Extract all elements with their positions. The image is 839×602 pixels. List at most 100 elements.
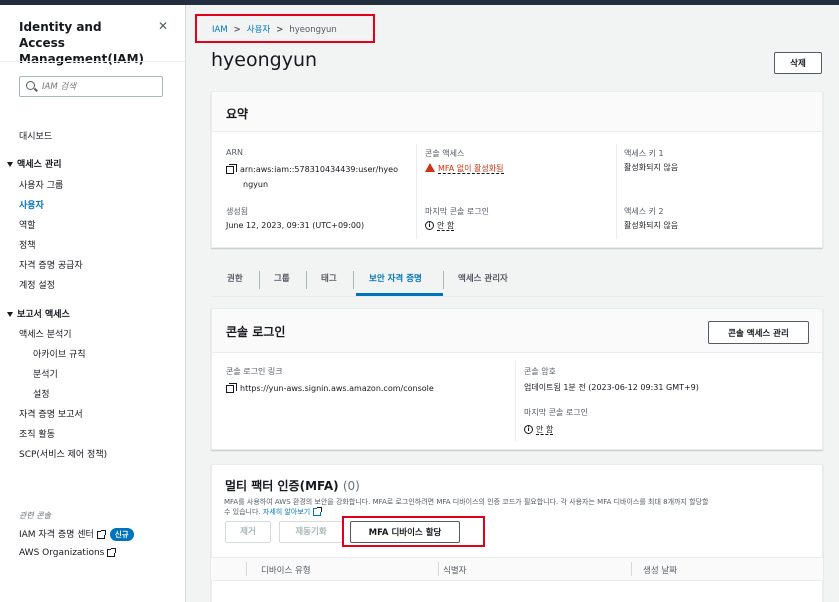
- column-device-type[interactable]: 디바이스 유형: [261, 564, 311, 576]
- console-password-value: 업데이트됨 1분 전 (2023-06-12 09:31 GMT+9): [524, 383, 699, 392]
- close-icon[interactable]: ✕: [158, 19, 168, 33]
- console-link-label: 콘솔 로그인 링크: [226, 367, 283, 376]
- mfa-title: 멀티 팩터 인증(MFA) (0): [225, 477, 360, 494]
- info-icon: i: [524, 425, 533, 434]
- column-divider: [515, 361, 516, 441]
- console-link-text[interactable]: https://yun-aws.signin.aws.amazon.com/co…: [240, 384, 434, 393]
- sidebar-item-organization-activity[interactable]: 조직 활동: [19, 427, 55, 440]
- mfa-desc-text: 수 있습니다.: [224, 508, 261, 516]
- sidebar-divider: [0, 61, 185, 62]
- mfa-title-text: 멀티 팩터 인증(MFA): [225, 479, 339, 493]
- column-created-date[interactable]: 생성 날짜: [643, 564, 677, 576]
- mfa-desc-line2: 수 있습니다. 자세히 알아보기: [224, 507, 819, 517]
- created-value: June 12, 2023, 09:31 (UTC+09:00): [226, 221, 365, 230]
- created-label: 생성됨: [226, 207, 249, 216]
- highlight-box-breadcrumb: [195, 14, 375, 43]
- sidebar-item-settings[interactable]: 설정: [33, 387, 50, 400]
- column-identifier[interactable]: 식별자: [443, 564, 466, 576]
- console-link-value: https://yun-aws.signin.aws.amazon.com/co…: [226, 381, 434, 396]
- remove-button[interactable]: 제거: [225, 521, 271, 543]
- caret-down-icon: [7, 162, 13, 167]
- copy-icon[interactable]: [226, 382, 237, 393]
- sidebar-item-identity-providers[interactable]: 자격 증명 공급자: [19, 258, 83, 271]
- column-separator: [438, 562, 439, 576]
- sidebar-title[interactable]: Identity and Access Management(IAM): [19, 19, 144, 67]
- mfa-desc-line1: MFA를 사용하여 AWS 환경의 보안을 강화합니다. MFA로 로그인하려면…: [224, 498, 709, 506]
- summary-title: 요약: [226, 107, 249, 121]
- sidebar: Identity and Access Management(IAM) ✕ 대시…: [0, 5, 186, 602]
- search-input[interactable]: [42, 79, 157, 94]
- mfa-table-header: 디바이스 유형 식별자 생성 날짜: [211, 557, 823, 581]
- console-login-panel: 콘솔 로그인 콘솔 액세스 관리 콘솔 로그인 링크 https://yun-a…: [211, 308, 823, 450]
- mfa-description: MFA를 사용하여 AWS 환경의 보안을 강화합니다. MFA로 로그인하려면…: [224, 497, 819, 517]
- last-login-label: 마지막 콘솔 로그인: [425, 207, 489, 216]
- related-consoles-label: 관련 콘솔: [19, 511, 51, 520]
- search-box[interactable]: [19, 76, 163, 97]
- delete-button[interactable]: 삭제: [774, 52, 822, 74]
- console-password-label: 콘솔 암호: [524, 367, 556, 376]
- copy-icon[interactable]: [226, 163, 237, 174]
- last-login-text: 안 함: [437, 221, 455, 231]
- caret-down-icon: [7, 312, 13, 317]
- tab-groups[interactable]: 그룹: [274, 266, 290, 296]
- arn-line1: arn:aws:iam::578310434439:user/hyeo: [240, 165, 398, 174]
- column-separator: [246, 562, 247, 576]
- sidebar-item-users[interactable]: 사용자: [19, 198, 44, 211]
- console-access-text: MFA 없이 활성화됨: [438, 164, 504, 174]
- mfa-count: (0): [342, 479, 360, 493]
- sidebar-item-scps[interactable]: SCP(서비스 제어 정책): [19, 447, 107, 460]
- external-link-icon: [313, 507, 323, 516]
- sidebar-item-analyzers[interactable]: 분석기: [33, 367, 58, 380]
- access-key2-label: 액세스 키 2: [624, 207, 664, 216]
- access-key1-value: 활성화되지 않음: [624, 163, 679, 172]
- sidebar-item-dashboard[interactable]: 대시보드: [19, 129, 52, 142]
- new-badge: 신규: [109, 528, 134, 541]
- tab-separator: [259, 271, 260, 289]
- tab-access-advisor[interactable]: 액세스 관리자: [458, 266, 508, 296]
- search-icon: [26, 81, 35, 90]
- sidebar-item-access-analyzer[interactable]: 액세스 분석기: [19, 327, 72, 340]
- link-label: AWS Organizations: [19, 548, 105, 558]
- sidebar-section-label: 보고서 액세스: [17, 310, 70, 320]
- tab-security-credentials[interactable]: 보안 자격 증명: [369, 266, 422, 296]
- tabs-underline: [211, 296, 823, 297]
- summary-header: 요약: [212, 92, 822, 132]
- last-console-login-text: 안 함: [536, 425, 554, 435]
- tab-separator: [353, 271, 354, 289]
- summary-panel: 요약 ARN arn:aws:iam::578310434439:user/hy…: [211, 91, 823, 248]
- last-console-login-value[interactable]: i안 함: [524, 422, 554, 437]
- arn-value: arn:aws:iam::578310434439:user/hyeo: [226, 162, 398, 177]
- manage-console-access-button[interactable]: 콘솔 액세스 관리: [708, 321, 809, 344]
- learn-more-link[interactable]: 자세히 알아보기: [263, 508, 310, 516]
- sidebar-link-identity-center[interactable]: IAM 자격 증명 센터 신규: [19, 527, 134, 541]
- console-access-value[interactable]: MFA 없이 활성화됨: [425, 161, 504, 176]
- sidebar-item-credential-report[interactable]: 자격 증명 보고서: [19, 407, 83, 420]
- tab-separator: [306, 271, 307, 289]
- sidebar-item-roles[interactable]: 역할: [19, 218, 36, 231]
- sidebar-item-policies[interactable]: 정책: [19, 238, 36, 251]
- sidebar-section-access-management[interactable]: 액세스 관리: [7, 157, 62, 170]
- last-login-value[interactable]: i안 함: [425, 218, 455, 233]
- tab-permissions[interactable]: 권한: [227, 266, 243, 296]
- sidebar-section-label: 액세스 관리: [17, 160, 62, 170]
- tab-tags[interactable]: 태그: [321, 266, 337, 296]
- sidebar-item-user-groups[interactable]: 사용자 그룹: [19, 178, 63, 191]
- console-access-label: 콘솔 액세스: [425, 149, 465, 158]
- external-link-icon: [107, 547, 117, 557]
- external-link-icon: [96, 529, 106, 539]
- column-divider: [616, 144, 617, 239]
- sidebar-section-access-reports[interactable]: 보고서 액세스: [7, 307, 70, 320]
- info-icon: i: [425, 221, 434, 230]
- warning-icon: [425, 163, 435, 172]
- resync-button[interactable]: 재동기화: [279, 521, 343, 543]
- tab-separator: [443, 271, 444, 289]
- highlight-box-assign-mfa: [342, 516, 485, 547]
- sidebar-link-organizations[interactable]: AWS Organizations: [19, 547, 117, 558]
- sidebar-item-account-settings[interactable]: 계정 설정: [19, 278, 55, 291]
- sidebar-item-archive-rules[interactable]: 아카이브 규칙: [33, 347, 86, 360]
- page-title: hyeongyun: [211, 49, 318, 71]
- arn-label: ARN: [226, 148, 244, 157]
- access-key1-label: 액세스 키 1: [624, 149, 664, 158]
- column-divider: [416, 144, 417, 239]
- last-console-login-label: 마지막 콘솔 로그인: [524, 408, 588, 417]
